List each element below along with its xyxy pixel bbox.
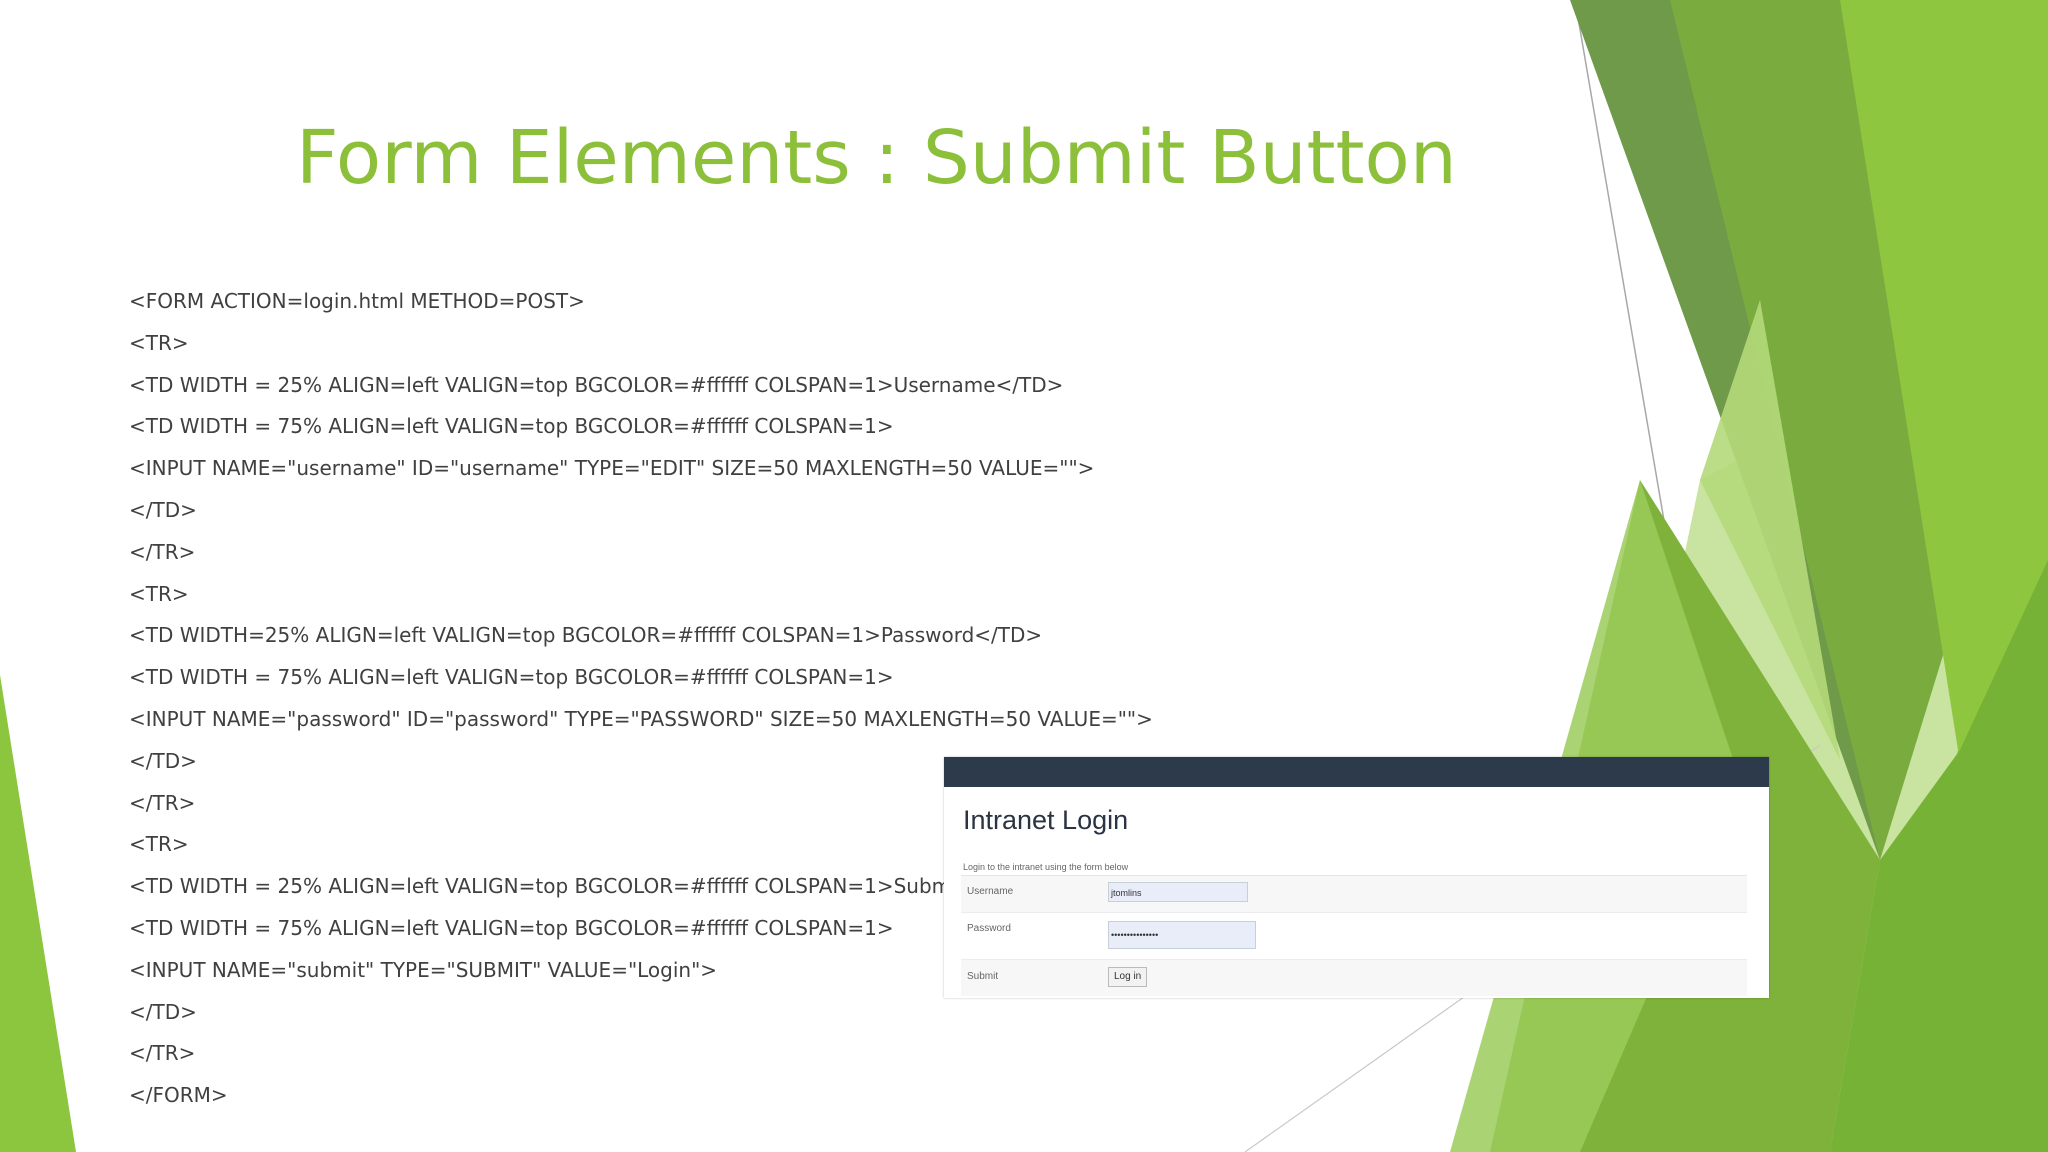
username-row: Username jtomlins xyxy=(961,876,1747,913)
submit-label: Submit xyxy=(967,971,999,982)
code-line: <FORM ACTION=login.html METHOD=POST> xyxy=(129,289,585,313)
password-field: ••••••••••••••• xyxy=(1108,921,1256,949)
code-line: </TD> xyxy=(129,497,197,522)
slide: Form Elements : Submit Button <FORM ACTI… xyxy=(0,0,2048,1152)
password-row: Password ••••••••••••••• xyxy=(961,913,1747,960)
code-line: <TD WIDTH = 75% ALIGN=left VALIGN=top BG… xyxy=(129,665,894,690)
code-line: <TR> xyxy=(129,330,189,355)
code-line: <INPUT NAME="username" ID="username" TYP… xyxy=(129,456,1095,481)
screenshot-form-table: Username jtomlins Password •••••••••••••… xyxy=(961,875,1747,996)
password-label: Password xyxy=(967,923,1011,934)
login-form-screenshot: Intranet Login Login to the intranet usi… xyxy=(944,757,1769,998)
code-line: <TD WIDTH = 25% ALIGN=left VALIGN=top BG… xyxy=(129,372,1064,397)
code-line: </TR> xyxy=(129,539,196,564)
screenshot-navbar xyxy=(944,757,1769,787)
slide-title: Form Elements : Submit Button xyxy=(296,115,1457,201)
code-line: </TR> xyxy=(129,1041,196,1066)
code-line: <TD WIDTH = 75% ALIGN=left VALIGN=top BG… xyxy=(129,414,894,439)
login-button: Log in xyxy=(1108,967,1148,987)
screenshot-heading: Intranet Login xyxy=(963,805,1129,835)
username-field: jtomlins xyxy=(1108,882,1248,902)
username-label: Username xyxy=(967,886,1014,897)
left-green-shape xyxy=(0,675,76,1152)
code-line: <TR> xyxy=(129,581,189,606)
code-line: <INPUT NAME="password" ID="password" TYP… xyxy=(129,706,1153,731)
code-line: </FORM> xyxy=(129,1083,228,1108)
code-line: <TD WIDTH=25% ALIGN=left VALIGN=top BGCO… xyxy=(129,623,1043,648)
screenshot-description: Login to the intranet using the form bel… xyxy=(963,862,1129,872)
submit-row: Submit Log in xyxy=(961,960,1747,996)
